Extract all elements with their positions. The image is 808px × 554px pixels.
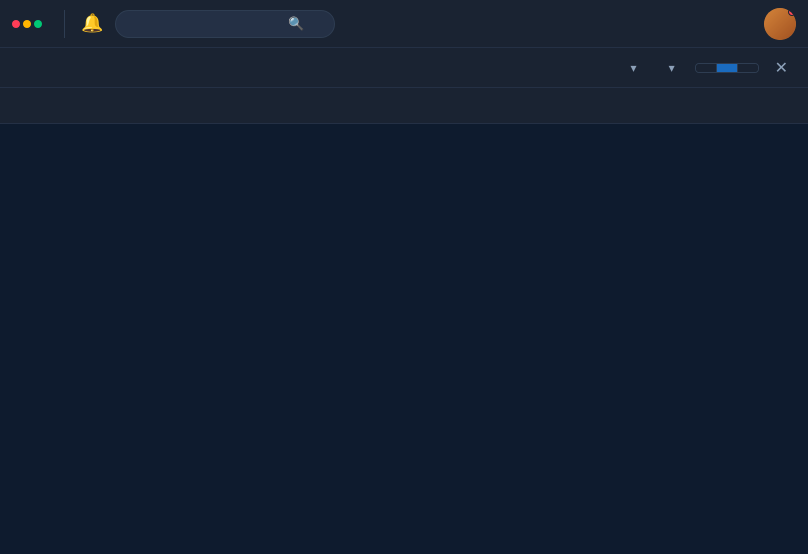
logo [12,20,48,28]
weeks-view-button[interactable] [717,64,738,72]
notification-dot [788,8,796,16]
timeline-body [0,124,808,554]
app-container: 🔔 🔍 ▾ ▾ ✕ [0,0,808,554]
bell-icon[interactable]: 🔔 [81,13,103,34]
logo-dot-red [12,20,20,28]
timeline-container [0,88,808,554]
avatar[interactable] [764,8,796,40]
days-view-button[interactable] [696,64,717,72]
header: 🔔 🔍 [0,0,808,48]
months-view-button[interactable] [738,64,758,72]
logo-dot-yellow [23,20,31,28]
search-icon: 🔍 [288,16,304,32]
owner-filter-button[interactable]: ▾ [619,57,645,79]
timeline-chevron-icon: ▾ [669,61,675,75]
toolbar: ▾ ▾ ✕ [0,48,808,88]
header-divider [64,10,65,38]
date-header [0,88,808,124]
gantt-main [0,124,808,554]
close-button[interactable]: ✕ [771,54,792,82]
search-input[interactable] [130,16,280,31]
timeline-filter-button[interactable]: ▾ [657,57,683,79]
logo-dot-green [34,20,42,28]
search-box[interactable]: 🔍 [115,10,335,38]
view-switcher [695,63,759,73]
owner-chevron-icon: ▾ [631,61,637,75]
logo-dots [12,20,42,28]
